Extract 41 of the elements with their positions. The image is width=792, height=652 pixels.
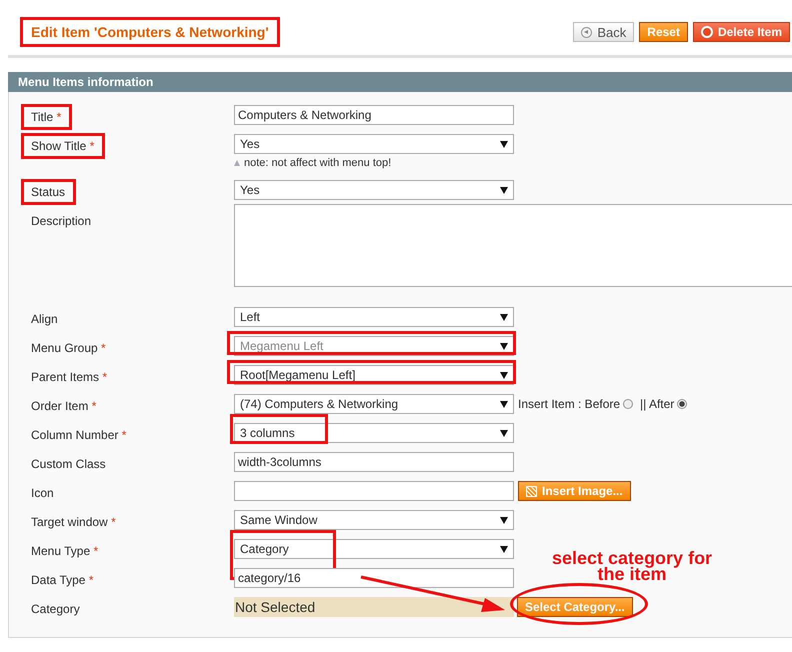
- select-field[interactable]: (74) Computers & Networking: [234, 394, 514, 414]
- section-header: Menu Items information: [8, 72, 792, 92]
- radio-button[interactable]: [677, 399, 688, 409]
- callout-text: select category for the item: [552, 550, 712, 582]
- field-label: Custom Class: [30, 456, 107, 473]
- select-field[interactable]: Yes: [234, 134, 514, 154]
- field-label: Description: [30, 213, 92, 230]
- field-label: Target window *: [30, 514, 117, 531]
- radio-button[interactable]: [623, 399, 634, 409]
- field-label: Status: [21, 179, 76, 205]
- field-note: note: not affect with menu top!: [234, 157, 392, 169]
- radio-label: Insert Item : Before: [518, 397, 620, 411]
- text-field[interactable]: Computers & Networking: [234, 105, 514, 125]
- select-field[interactable]: 3 columns: [234, 423, 514, 443]
- back-icon: [581, 26, 592, 38]
- field-label: Column Number *: [30, 427, 128, 444]
- field-label: Category: [30, 601, 81, 618]
- field-label: Menu Type *: [30, 543, 100, 560]
- field-label: Title *: [21, 104, 72, 130]
- radio-label: || After: [640, 397, 674, 411]
- icon-field[interactable]: [234, 481, 514, 501]
- field-label: Order Item *: [30, 398, 98, 415]
- description-field[interactable]: [234, 204, 792, 287]
- page-title: Edit Item 'Computers & Networking': [20, 17, 280, 47]
- field-label: Parent Items *: [30, 369, 108, 386]
- field-label: Align: [30, 311, 59, 328]
- field-label: Menu Group *: [30, 340, 107, 357]
- field-label: Show Title *: [21, 133, 106, 159]
- back-button[interactable]: Back: [573, 22, 634, 42]
- text-field[interactable]: category/16: [234, 568, 514, 588]
- category-value: Not Selected: [234, 597, 514, 617]
- triangle-icon: [234, 160, 240, 166]
- field-label: Data Type *: [30, 572, 94, 589]
- field-label: Icon: [30, 485, 55, 502]
- delete-icon: [700, 26, 713, 38]
- select-field[interactable]: Same Window: [234, 510, 514, 530]
- select-field[interactable]: Yes: [234, 180, 514, 200]
- image-icon: [526, 486, 537, 496]
- text-field[interactable]: width-3columns: [234, 452, 514, 472]
- select-field[interactable]: Left: [234, 307, 514, 327]
- select-field[interactable]: Category: [234, 539, 514, 559]
